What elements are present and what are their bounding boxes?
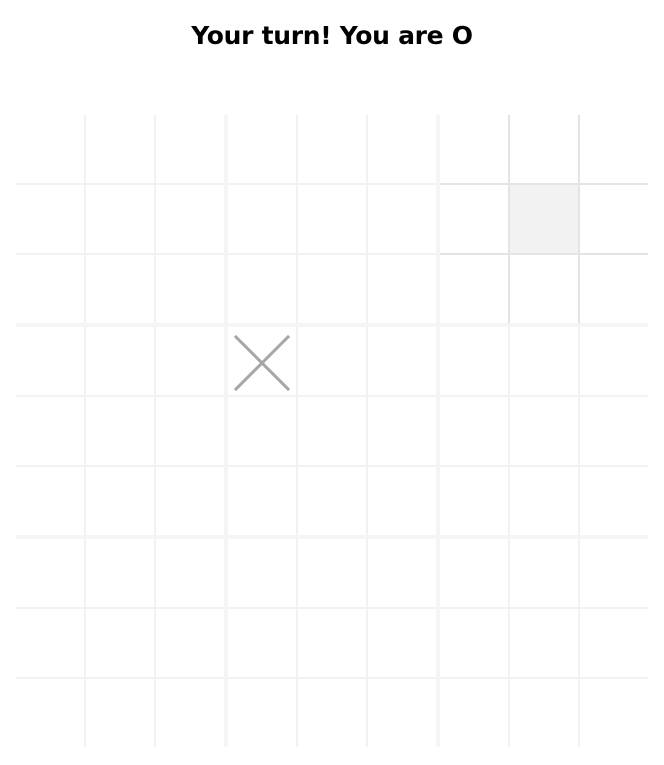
board-cell[interactable] (228, 539, 296, 607)
board-cell[interactable] (510, 255, 578, 323)
board-cell[interactable] (86, 327, 154, 395)
board-cell[interactable] (298, 185, 366, 253)
board-cell[interactable] (368, 327, 436, 395)
board-cell[interactable] (86, 609, 154, 677)
turn-status: Your turn! You are O (191, 21, 473, 50)
board-cell[interactable] (86, 679, 154, 747)
board-cell[interactable] (16, 397, 84, 465)
board-cell[interactable] (368, 255, 436, 323)
board-cell[interactable] (440, 327, 508, 395)
board-cell[interactable] (156, 467, 224, 535)
board-cell[interactable] (580, 539, 648, 607)
board-cell[interactable] (440, 679, 508, 747)
board-cell[interactable] (580, 397, 648, 465)
board-cell[interactable] (510, 467, 578, 535)
board-cell[interactable] (156, 397, 224, 465)
board-cell[interactable] (16, 327, 84, 395)
board-cell[interactable] (580, 115, 648, 183)
board-cell[interactable] (156, 185, 224, 253)
board-cell[interactable] (368, 467, 436, 535)
sub-board-9 (440, 539, 648, 747)
board-cell[interactable] (440, 185, 508, 253)
board-cell[interactable] (86, 255, 154, 323)
board-cell[interactable] (510, 327, 578, 395)
board-cell[interactable] (156, 679, 224, 747)
board-cell[interactable] (228, 467, 296, 535)
board-cell[interactable] (440, 609, 508, 677)
board-cell[interactable] (368, 185, 436, 253)
sub-board-6 (440, 327, 648, 535)
board-cell[interactable] (228, 115, 296, 183)
board-cell[interactable] (228, 609, 296, 677)
board-cell[interactable] (156, 255, 224, 323)
board-cell[interactable] (156, 327, 224, 395)
board-cell[interactable] (368, 115, 436, 183)
board-cell[interactable] (298, 327, 366, 395)
board-cell[interactable] (580, 185, 648, 253)
board-cell[interactable] (510, 115, 578, 183)
sub-board-8 (228, 539, 436, 747)
board-cell[interactable] (298, 539, 366, 607)
board-cell[interactable] (16, 679, 84, 747)
board-cell[interactable] (510, 185, 578, 253)
board-cell (228, 327, 296, 395)
board-cell[interactable] (86, 539, 154, 607)
board-cell[interactable] (86, 467, 154, 535)
board-cell[interactable] (368, 609, 436, 677)
board-cell[interactable] (298, 679, 366, 747)
board-cell[interactable] (580, 255, 648, 323)
sub-board-7 (16, 539, 224, 747)
board-cell[interactable] (16, 115, 84, 183)
board-cell[interactable] (16, 467, 84, 535)
sub-board-4 (16, 327, 224, 535)
board-cell[interactable] (86, 397, 154, 465)
board-cell[interactable] (16, 539, 84, 607)
board-cell[interactable] (86, 115, 154, 183)
board-cell[interactable] (510, 539, 578, 607)
board-cell[interactable] (510, 397, 578, 465)
board-cell[interactable] (440, 467, 508, 535)
board-cell[interactable] (580, 467, 648, 535)
board-cell[interactable] (298, 255, 366, 323)
board-cell[interactable] (298, 115, 366, 183)
board-cell[interactable] (228, 679, 296, 747)
sub-board-5 (228, 327, 436, 535)
sub-board-3 (440, 115, 648, 323)
board-cell[interactable] (368, 397, 436, 465)
game-board (16, 115, 648, 747)
board-cell[interactable] (86, 185, 154, 253)
board-cell[interactable] (510, 679, 578, 747)
board-cell[interactable] (440, 255, 508, 323)
board-cell[interactable] (16, 185, 84, 253)
board-cell[interactable] (510, 609, 578, 677)
board-cell[interactable] (368, 679, 436, 747)
board-cell[interactable] (440, 539, 508, 607)
x-mark-icon (233, 334, 291, 392)
board-cell[interactable] (298, 467, 366, 535)
board-cell[interactable] (298, 397, 366, 465)
board-cell[interactable] (440, 115, 508, 183)
board-cell[interactable] (16, 609, 84, 677)
board-cell[interactable] (368, 539, 436, 607)
board-cell[interactable] (16, 255, 84, 323)
board-cell[interactable] (228, 397, 296, 465)
sub-board-1 (16, 115, 224, 323)
board-cell[interactable] (298, 609, 366, 677)
board-cell[interactable] (580, 679, 648, 747)
board-cell[interactable] (156, 539, 224, 607)
board-cell[interactable] (580, 327, 648, 395)
board-cell[interactable] (440, 397, 508, 465)
board-cell[interactable] (228, 255, 296, 323)
sub-board-2 (228, 115, 436, 323)
board-cell[interactable] (228, 185, 296, 253)
board-cell[interactable] (580, 609, 648, 677)
board-cell[interactable] (156, 609, 224, 677)
board-cell[interactable] (156, 115, 224, 183)
